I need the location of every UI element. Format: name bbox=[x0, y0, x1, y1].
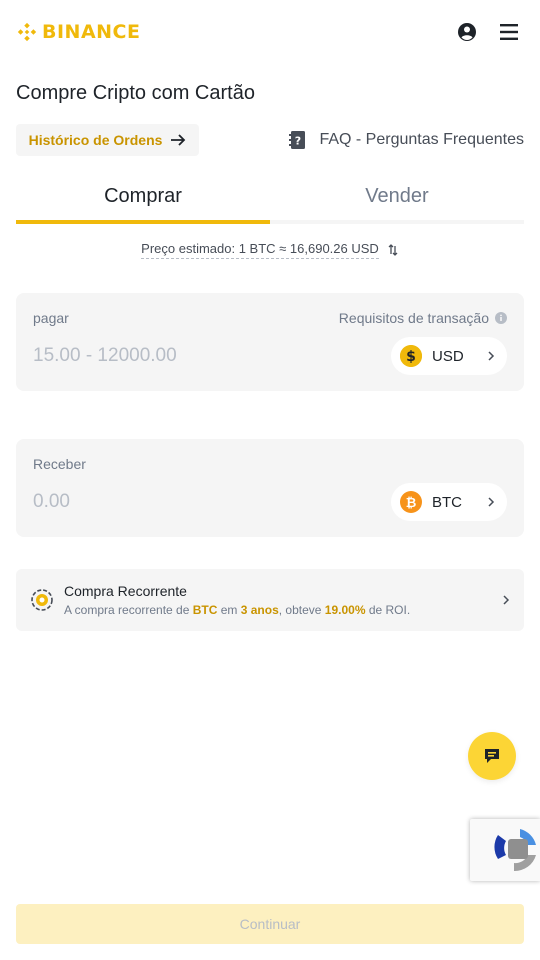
recurring-description: A compra recorrente de BTC em 3 anos, ob… bbox=[64, 603, 502, 617]
arrow-right-icon bbox=[171, 134, 186, 146]
top-header: BINANCE bbox=[0, 0, 540, 64]
recurring-roi: 19.00% bbox=[324, 603, 366, 617]
recurring-period: 3 anos bbox=[240, 603, 279, 617]
chevron-right-icon bbox=[488, 351, 495, 361]
estimated-price: Preço estimado: 1 BTC ≈ 16,690.26 USD bbox=[0, 240, 540, 260]
recurring-buy-banner[interactable]: Compra Recorrente A compra recorrente de… bbox=[16, 569, 524, 631]
recurring-clock-icon bbox=[31, 589, 53, 611]
buy-sell-tabs: Comprar Vender bbox=[16, 172, 524, 224]
receive-amount-input[interactable] bbox=[33, 486, 333, 518]
swap-vertical-icon[interactable] bbox=[387, 244, 399, 256]
btc-coin-icon: ₿ bbox=[400, 491, 422, 513]
page-title: Compre Cripto com Cartão bbox=[16, 82, 255, 104]
pay-label: pagar bbox=[33, 310, 69, 326]
header-actions bbox=[456, 21, 524, 43]
requirements-label: Requisitos de transação bbox=[338, 310, 489, 326]
faq-link[interactable]: ? FAQ - Perguntas Frequentes bbox=[289, 128, 524, 152]
receive-label: Receber bbox=[33, 456, 86, 472]
info-icon bbox=[495, 312, 507, 324]
faq-label: FAQ - Perguntas Frequentes bbox=[319, 131, 524, 148]
pay-currency-selector[interactable]: $ USD bbox=[391, 337, 507, 375]
receive-card: Receber ₿ BTC bbox=[16, 439, 524, 537]
recurring-sub-suffix: de ROI. bbox=[365, 603, 411, 617]
recurring-title: Compra Recorrente bbox=[64, 583, 187, 599]
recaptcha-icon bbox=[494, 829, 536, 872]
recurring-sub-mid1: em bbox=[217, 603, 241, 617]
pay-amount-input[interactable] bbox=[33, 340, 333, 372]
svg-text:₿: ₿ bbox=[406, 496, 417, 511]
continue-button[interactable]: Continuar bbox=[16, 904, 524, 944]
chevron-right-icon bbox=[488, 497, 495, 507]
tab-buy[interactable]: Comprar bbox=[16, 172, 270, 224]
svg-text:$: $ bbox=[406, 349, 416, 365]
order-history-label: Histórico de Ordens bbox=[28, 132, 163, 148]
binance-logo[interactable]: BINANCE bbox=[16, 21, 140, 43]
recaptcha-badge[interactable] bbox=[470, 819, 540, 881]
order-history-button[interactable]: Histórico de Ordens bbox=[16, 124, 199, 156]
transaction-requirements[interactable]: Requisitos de transação bbox=[339, 310, 507, 326]
chat-support-button[interactable] bbox=[468, 732, 516, 780]
svg-text:?: ? bbox=[295, 135, 301, 148]
chat-icon bbox=[485, 749, 499, 763]
receive-currency-selector[interactable]: ₿ BTC bbox=[391, 483, 507, 521]
usd-coin-icon: $ bbox=[400, 345, 422, 367]
recurring-coin: BTC bbox=[192, 603, 218, 617]
recurring-sub-prefix: A compra recorrente de bbox=[64, 603, 193, 617]
recurring-sub-mid2: , obteve bbox=[278, 603, 325, 617]
brand-name: BINANCE bbox=[42, 21, 141, 43]
recurring-text: Compra Recorrente A compra recorrente de… bbox=[64, 583, 502, 617]
chevron-right-icon bbox=[503, 595, 510, 605]
tab-sell[interactable]: Vender bbox=[270, 172, 524, 220]
hamburger-menu-icon[interactable] bbox=[498, 21, 520, 43]
question-book-icon: ? bbox=[289, 131, 306, 149]
buy-crypto-page: BINANCE Compre Cripto com Cartão Históri… bbox=[0, 0, 540, 960]
pay-currency-code: USD bbox=[432, 347, 464, 365]
receive-currency-code: BTC bbox=[432, 493, 462, 511]
pay-card: pagar Requisitos de transação $ USD bbox=[16, 293, 524, 391]
estimated-price-text: Preço estimado: 1 BTC ≈ 16,690.26 USD bbox=[141, 241, 379, 259]
user-circle-icon[interactable] bbox=[456, 21, 478, 43]
binance-logo-icon bbox=[17, 22, 37, 42]
